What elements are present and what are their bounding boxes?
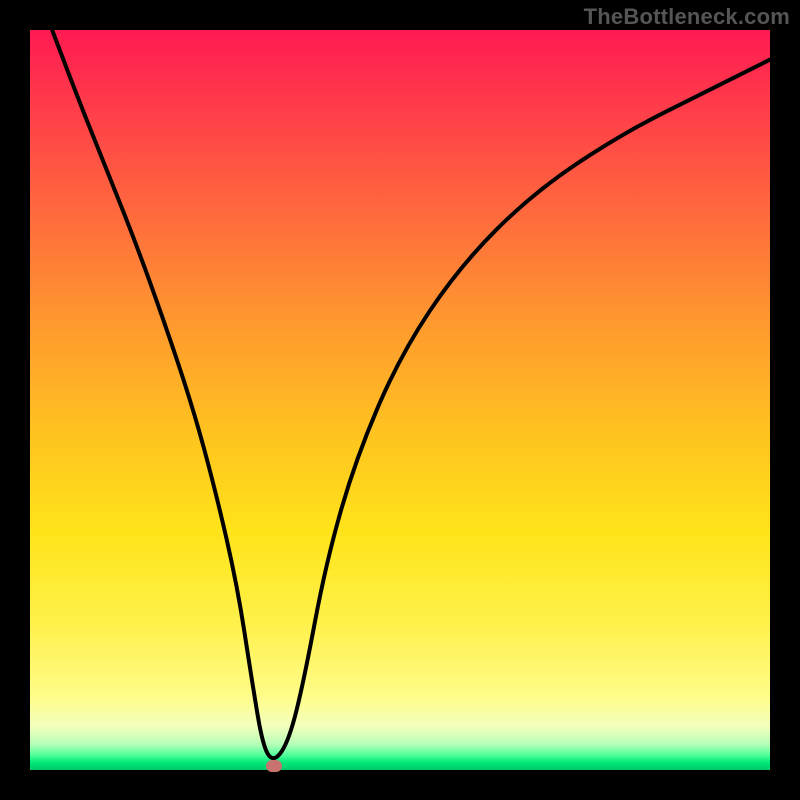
bottleneck-curve (52, 30, 770, 758)
watermark-text: TheBottleneck.com (584, 4, 790, 30)
curve-layer (30, 30, 770, 770)
plot-area (30, 30, 770, 770)
chart-frame: TheBottleneck.com (0, 0, 800, 800)
optimal-point-marker (266, 760, 282, 772)
